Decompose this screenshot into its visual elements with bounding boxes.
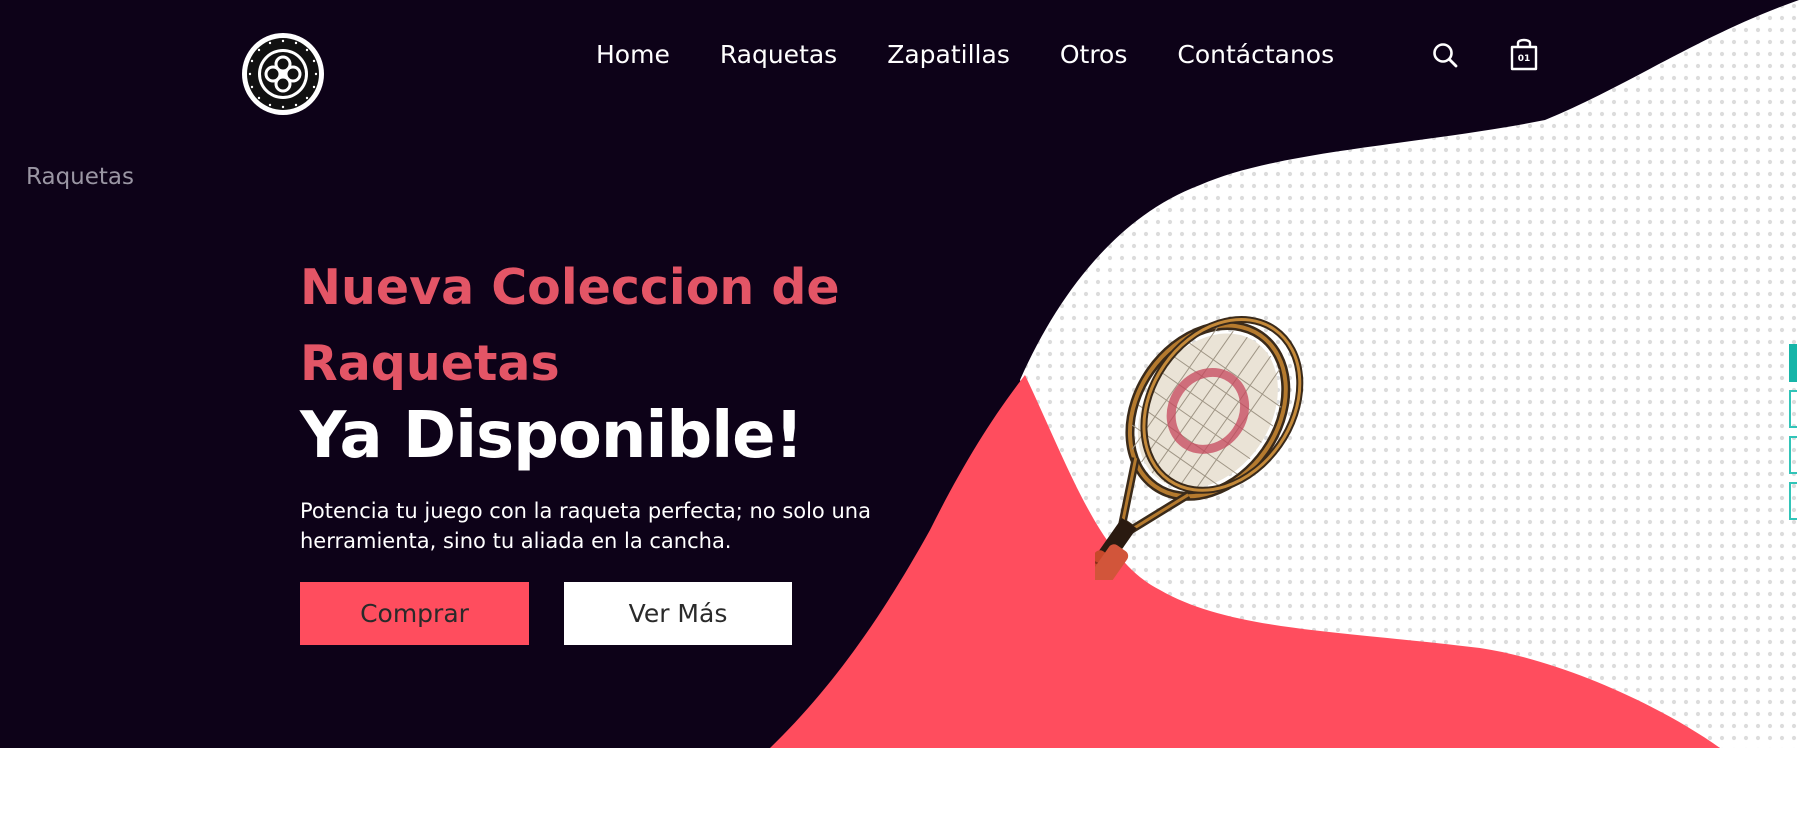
hero-description: Potencia tu juego con la raqueta perfect…: [300, 499, 871, 553]
buy-button[interactable]: Comprar: [300, 582, 529, 645]
brand-logo[interactable]: [241, 32, 325, 116]
slide-indicator-3[interactable]: [1789, 436, 1797, 474]
cart-count-badge: 01: [1517, 54, 1531, 64]
nav-link-zapatillas[interactable]: Zapatillas: [887, 40, 1010, 69]
nav-link-raquetas[interactable]: Raquetas: [720, 40, 837, 69]
see-more-button[interactable]: Ver Más: [564, 582, 792, 645]
slider-indicators: [1789, 344, 1799, 528]
slide-indicator-1[interactable]: [1789, 344, 1797, 382]
slide-indicator-4[interactable]: [1789, 482, 1797, 520]
hero-title-light: Nueva Coleccion de Raquetas: [300, 259, 840, 392]
breadcrumb[interactable]: Raquetas: [26, 164, 134, 190]
cart-button[interactable]: 01: [1508, 36, 1540, 72]
nav-link-otros[interactable]: Otros: [1060, 40, 1128, 69]
hero-title-bold: Ya Disponible!: [300, 399, 804, 473]
nav-link-home[interactable]: Home: [596, 40, 670, 69]
nav-link-contactanos[interactable]: Contáctanos: [1177, 40, 1334, 69]
main-navigation: Home Raquetas Zapatillas Otros Contáctan…: [596, 36, 1384, 72]
search-icon[interactable]: [1430, 38, 1462, 72]
hero-section: Home Raquetas Zapatillas Otros Contáctan…: [0, 0, 1799, 748]
slide-indicator-2[interactable]: [1789, 390, 1797, 428]
tennis-rackets-image: [1095, 316, 1304, 580]
